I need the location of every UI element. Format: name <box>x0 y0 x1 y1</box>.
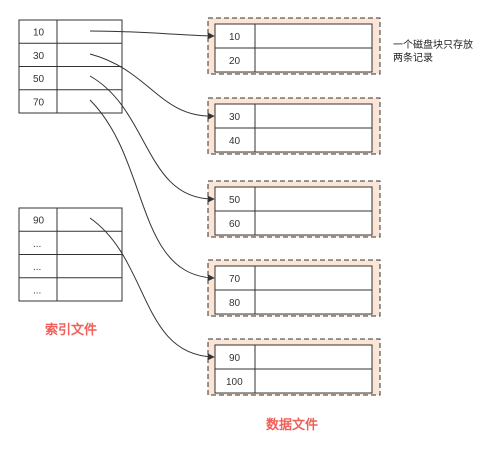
index-table-1: 10 30 50 70 <box>18 19 123 114</box>
data-block-5: 90 100 <box>207 338 381 396</box>
index-table-2: 90 ... ... ... <box>18 207 123 302</box>
index-data-file-diagram: 10 30 50 70 90 ... ... ... 10 20 30 40 5… <box>18 17 473 433</box>
data-block-3: 50 60 <box>207 180 381 238</box>
index-key-ellipsis: ... <box>33 262 41 273</box>
index-file-caption: 索引文件 <box>45 322 97 338</box>
data-record-20: 20 <box>229 56 241 67</box>
data-record-50: 50 <box>229 195 241 206</box>
data-record-30: 30 <box>229 112 241 123</box>
index-key-70: 70 <box>33 97 45 108</box>
data-file-caption: 数据文件 <box>266 417 318 433</box>
data-block-1: 10 20 <box>207 17 381 75</box>
data-block-4: 70 80 <box>207 259 381 317</box>
index-key-90: 90 <box>33 216 45 227</box>
index-key-50: 50 <box>33 74 45 85</box>
data-record-100: 100 <box>226 377 243 388</box>
note-line-1: 一个磁盘块只存放 <box>393 38 473 51</box>
note-line-2: 两条记录 <box>393 51 433 64</box>
data-block-2: 30 40 <box>207 97 381 155</box>
data-record-80: 80 <box>229 298 241 309</box>
data-record-10: 10 <box>229 32 241 43</box>
data-record-70: 70 <box>229 274 241 285</box>
index-key-30: 30 <box>33 51 45 62</box>
data-record-60: 60 <box>229 219 241 230</box>
block-capacity-note: 一个磁盘块只存放 两条记录 <box>393 38 473 64</box>
data-record-90: 90 <box>229 353 241 364</box>
index-key-ellipsis: ... <box>33 239 41 250</box>
index-key-ellipsis: ... <box>33 285 41 296</box>
data-record-40: 40 <box>229 136 241 147</box>
index-key-10: 10 <box>33 28 45 39</box>
